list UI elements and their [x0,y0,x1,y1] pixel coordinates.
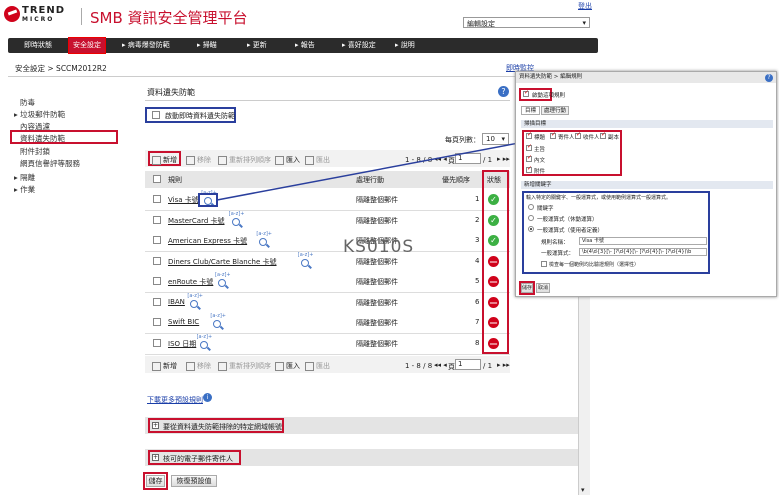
body-attachment-checkbox[interactable] [526,165,532,173]
field-sender-label: 寄件人 [558,135,575,141]
tab-target[interactable]: 目標 [521,106,540,115]
keyword-hint: 輸入特定的關鍵字、一般運算式，或使用範例運算式一般運算式。 [526,195,672,201]
tab-action[interactable]: 處理行動 [541,106,569,115]
regex-label: 一般運算式： [541,251,575,257]
verify-checkbox[interactable] [541,261,547,267]
opt-regex-user-label: 一般運算式（使用者定義） [537,228,604,234]
field-cc-label: 副本 [608,135,620,141]
opt-keyword-label: 關鍵字 [537,206,554,212]
opt-keyword-radio[interactable] [528,204,534,210]
rule-name-label: 規則名稱： [541,240,569,246]
dialog-title: 資料遺失防範 > 編輯規則 [516,72,776,83]
field-header-label: 標題 [534,135,546,141]
field-header-checkbox[interactable] [526,131,532,139]
regex-input[interactable]: \b(4\d{3}[\- ]?\d{4}[\- ]?\d{4}[\- ]?\d{… [579,248,707,256]
body-content-label: 內文 [534,158,546,164]
body-subject-label: 主旨 [534,147,546,153]
dialog-save-button[interactable]: 儲存 [521,283,533,293]
dialog-help-icon[interactable]: ? [765,74,773,82]
body-attachment-label: 附件 [534,169,546,175]
visa-regex-highlight [198,193,218,207]
body-content-checkbox[interactable] [526,154,532,162]
opt-regex-auto-radio[interactable] [528,215,534,221]
edit-rule-dialog: 資料遺失防範 > 編輯規則 ? 啟動這項規則 目標 處理行動 掃描目標 標題 寄… [515,71,777,297]
enable-rule-label: 啟動這項規則 [532,93,566,99]
opt-regex-user-radio[interactable] [528,226,534,232]
scan-target-header: 掃描目標 [521,120,773,128]
field-sender-checkbox[interactable] [550,131,556,139]
verify-label: 檢查每一個範例均比驗證規則（選擇性） [549,262,640,268]
field-recipient-label: 收件人 [583,135,600,141]
keyword-header: 新增關鍵字 [521,181,773,189]
dialog-cancel-button[interactable]: 取消 [536,283,550,293]
body-subject-checkbox[interactable] [526,143,532,151]
field-recipient-checkbox[interactable] [575,131,581,139]
opt-regex-auto-label: 一般運算式（休動運算） [537,217,598,223]
rule-name-input[interactable]: Visa 卡號 [579,237,707,245]
field-cc-checkbox[interactable] [600,131,606,139]
enable-rule-checkbox[interactable] [523,89,529,97]
